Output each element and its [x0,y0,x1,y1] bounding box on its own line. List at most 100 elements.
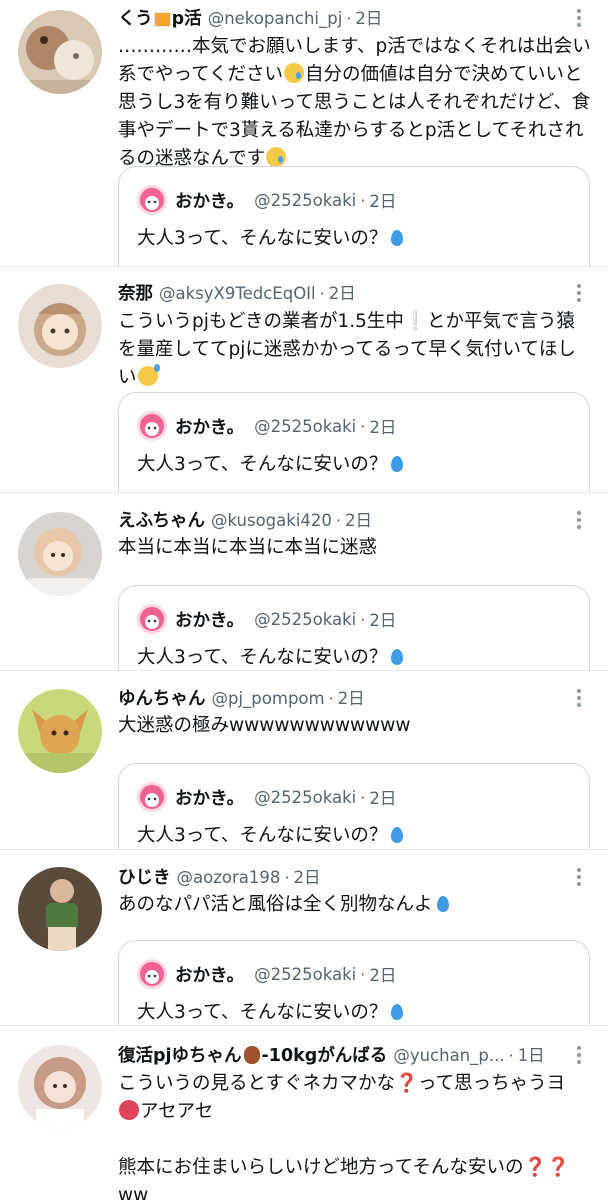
more-options-icon[interactable] [570,6,588,30]
quoted-username: @2525okaki [254,609,357,629]
avatar[interactable] [18,512,102,596]
quoted-display-name: おかき。 [175,191,245,212]
quoted-tweet-text: 大人3って、そんなに安いの？ [137,451,404,479]
username[interactable]: @pj_pompom [212,686,325,712]
tweet-text: …………本気でお願いします、p活ではなくそれは出会い系でやってください 自分の価値… [118,36,591,169]
separator-dot: · [284,868,290,887]
tweet-text: 大迷惑の極みwwwwwwwwwwww [118,715,411,736]
display-name[interactable]: 奈那 [118,281,153,307]
droplet-emoji [391,230,404,246]
quoted-avatar [137,959,167,989]
quoted-tweet[interactable]: おかき。 @2525okaki · 2日 大人3って、そんなに安いの？ [118,166,590,267]
quoted-tweet-text: 大人3って、そんなに安いの？ [137,225,404,253]
username[interactable]: @nekopanchi_pj [208,6,343,32]
quoted-timestamp: 2日 [369,611,397,630]
quoted-username: @2525okaki [254,190,357,210]
timestamp[interactable]: 2日 [345,508,372,534]
quoted-timestamp: 2日 [369,192,397,211]
username[interactable]: @yuchan_p... [393,1043,504,1069]
quoted-username: @2525okaki [254,964,357,984]
crying-face-emoji [284,63,305,83]
quoted-tweet-header: おかき。 @2525okaki · 2日 [137,604,396,634]
quoted-username: @2525okaki [254,787,357,807]
quoted-timestamp: 2日 [369,418,397,437]
timestamp[interactable]: 2日 [293,865,320,891]
quoted-tweet-header: おかき。 @2525okaki · 2日 [137,411,396,441]
more-options-icon[interactable] [570,1043,588,1067]
grinning-sweat-emoji [137,364,160,386]
avatar[interactable] [18,10,102,94]
tweet[interactable]: ゆんちゃん @pj_pompom · 2日 大迷惑の極みwwwwwwwwwwww… [0,671,608,850]
quoted-tweet-text: 大人3って、そんなに安いの？ [137,822,404,850]
quoted-display-name: おかき。 [175,965,245,986]
separator-dot: · [360,190,366,210]
separator-dot: · [335,511,341,530]
timestamp[interactable]: 2日 [355,6,382,32]
separator-dot: · [360,787,366,807]
avatar[interactable] [18,284,102,368]
tweet-header: ゆんちゃん @pj_pompom · 2日 [118,686,568,712]
separator-dot: · [360,416,366,436]
separator-dot: · [360,964,366,984]
tweet[interactable]: 復活pjゆちゃん -10kgがんばる @yuchan_p... · 1日 こういう… [0,1026,608,1200]
quoted-display-name: おかき。 [175,610,245,631]
question-mark-emoji: ❓ [394,1073,418,1094]
quoted-tweet[interactable]: おかき。 @2525okaki · 2日 大人3って、そんなに安いの？ [118,940,590,1026]
tweet-header: ひじき @aozora198 · 2日 [118,865,568,891]
beer-emoji [153,7,171,27]
display-name[interactable]: 復活pjゆちゃん -10kgがんばる [118,1043,387,1069]
quoted-timestamp: 2日 [369,789,397,808]
quoted-avatar [137,411,167,441]
droplet-emoji [391,827,404,843]
droplet-emoji [391,1004,404,1020]
avatar[interactable] [18,689,102,773]
separator-dot: · [319,284,325,303]
quoted-tweet-text: 大人3って、そんなに安いの？ [137,644,404,671]
quoted-tweet[interactable]: おかき。 @2525okaki · 2日 大人3って、そんなに安いの？ [118,392,590,493]
exclamation-emoji: ❕ [403,311,427,332]
droplet-emoji [436,896,449,912]
tweet[interactable]: くう p活 @nekopanchi_pj · 2日 …………本気でお願いします、p… [0,0,608,267]
angry-face-emoji [119,1100,139,1120]
quoted-tweet[interactable]: おかき。 @2525okaki · 2日 大人3って、そんなに安いの？ [118,585,590,671]
tweet-text: あのなパパ活と風俗は全く別物なんよ [118,891,592,919]
timestamp[interactable]: 2日 [338,686,365,712]
quoted-avatar [137,782,167,812]
username[interactable]: @kusogaki420 [211,508,332,534]
tweet-header: 復活pjゆちゃん -10kgがんばる @yuchan_p... · 1日 [118,1043,568,1069]
username[interactable]: @aksyX9TedcEqOIl [159,281,316,307]
more-options-icon[interactable] [570,686,588,710]
quoted-avatar [137,185,167,215]
tweet-header: 奈那 @aksyX9TedcEqOIl · 2日 [118,281,568,307]
tweet-text: こういうpjもどきの業者が1.5生中❕とか平気で言う猿を量産しててpjに迷惑かか… [118,311,576,388]
tweet[interactable]: 奈那 @aksyX9TedcEqOIl · 2日 こういうpjもどきの業者が1.… [0,267,608,493]
quoted-tweet-header: おかき。 @2525okaki · 2日 [137,782,396,812]
more-options-icon[interactable] [570,865,588,889]
tweet-text: 本当に本当に本当に本当に迷惑 [118,537,378,558]
display-name[interactable]: ゆんちゃん [118,686,206,712]
quoted-tweet-header: おかき。 @2525okaki · 2日 [137,959,396,989]
display-name[interactable]: えふちゃん [118,508,205,534]
tweet[interactable]: えふちゃん @kusogaki420 · 2日 本当に本当に本当に本当に迷惑 お… [0,493,608,671]
droplet-emoji [391,456,404,472]
username[interactable]: @aozora198 [177,865,281,891]
quoted-display-name: おかき。 [175,417,245,438]
question-mark-emoji: ❓❓ [523,1157,570,1178]
quoted-username: @2525okaki [254,416,357,436]
quoted-tweet-header: おかき。 @2525okaki · 2日 [137,185,396,215]
timestamp[interactable]: 2日 [329,281,356,307]
display-name[interactable]: ひじき [118,865,171,891]
timestamp[interactable]: 1日 [518,1043,545,1069]
tweet-header: えふちゃん @kusogaki420 · 2日 [118,508,568,534]
avatar[interactable] [18,867,102,951]
more-options-icon[interactable] [570,508,588,532]
tweet[interactable]: ひじき @aozora198 · 2日 あのなパパ活と風俗は全く別物なんよ おか… [0,850,608,1026]
quoted-tweet[interactable]: おかき。 @2525okaki · 2日 大人3って、そんなに安いの？ [118,763,590,850]
quoted-display-name: おかき。 [175,788,245,809]
tweet-text: こういうの見るとすぐネカマかな❓って思っちゃうヨ アセアセ 熊本にお住まいらしい… [118,1073,570,1200]
display-name[interactable]: くう p活 [118,6,202,32]
avatar[interactable] [18,1045,102,1129]
quoted-avatar [137,604,167,634]
teddy-bear-emoji [243,1046,260,1064]
more-options-icon[interactable] [570,281,588,305]
